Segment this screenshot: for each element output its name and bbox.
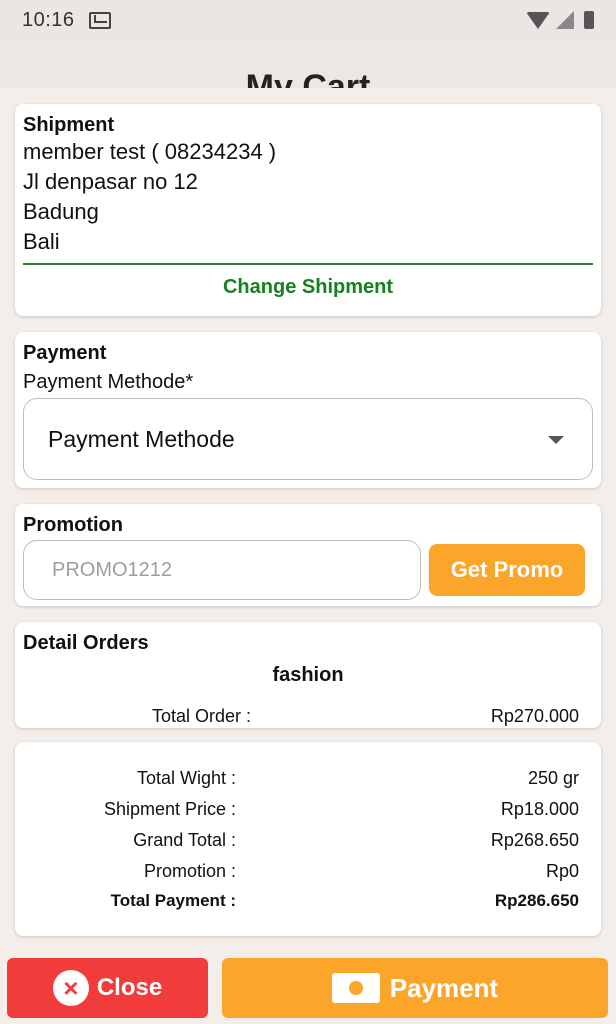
payment-method-value: Payment Methode xyxy=(48,425,235,452)
total-order-label: Total Order : xyxy=(151,706,251,726)
status-icons xyxy=(526,11,594,29)
promotion-value: Rp0 xyxy=(545,861,579,881)
close-button[interactable]: × Close xyxy=(7,958,208,1018)
shipment-address: Jl denpasar no 12 xyxy=(23,169,198,194)
payment-title: Payment xyxy=(23,342,107,364)
promotion-card: Promotion PROMO1212 Get Promo xyxy=(15,504,601,606)
battery-icon xyxy=(584,11,594,29)
bottom-action-bar: × Close Payment xyxy=(0,950,616,1024)
get-promo-button[interactable]: Get Promo xyxy=(429,544,585,596)
shipment-price-value: Rp18.000 xyxy=(500,799,579,819)
total-weight-value: 250 gr xyxy=(527,768,579,788)
detail-orders-card: Detail Orders fashion Total Order : Rp27… xyxy=(15,622,601,728)
shipment-city: Badung xyxy=(23,199,99,224)
page-title: My Cart xyxy=(245,68,371,88)
total-payment-label: Total Payment : xyxy=(110,891,236,910)
signal-icon xyxy=(556,11,574,29)
payment-method-select[interactable]: Payment Methode xyxy=(23,398,593,480)
shipment-name: member test ( 08234234 ) xyxy=(23,139,277,164)
status-time: 10:16 xyxy=(22,8,75,31)
grand-total-value: Rp268.650 xyxy=(490,830,579,850)
gmail-notification-icon xyxy=(88,11,111,29)
total-order-value: Rp270.000 xyxy=(490,706,579,726)
total-payment-value: Rp286.650 xyxy=(494,891,579,910)
promo-code-input[interactable]: PROMO1212 xyxy=(23,540,421,600)
shipment-divider xyxy=(23,263,593,265)
status-bar: 10:16 xyxy=(0,0,616,40)
order-summary-card: Total Wight : 250 gr Shipment Price : Rp… xyxy=(15,742,601,936)
payment-method-label: Payment Methode* xyxy=(23,371,194,393)
grand-total-label: Grand Total : xyxy=(133,830,236,850)
payment-card: Payment Payment Methode* Payment Methode xyxy=(15,332,601,488)
shipment-price-label: Shipment Price : xyxy=(103,799,236,819)
payment-button[interactable]: Payment xyxy=(222,958,608,1018)
order-category: fashion xyxy=(272,664,344,686)
detail-orders-title: Detail Orders xyxy=(23,632,149,654)
chevron-down-icon xyxy=(548,436,564,444)
change-shipment-button[interactable]: Change Shipment xyxy=(15,276,601,299)
shipment-province: Bali xyxy=(23,229,60,254)
promotion-label: Promotion : xyxy=(143,861,236,881)
total-weight-label: Total Wight : xyxy=(136,768,236,788)
app-bar: My Cart xyxy=(0,40,616,88)
close-icon: × xyxy=(52,970,89,1006)
shipment-card: Shipment member test ( 08234234 ) Jl den… xyxy=(15,104,601,316)
wifi-icon xyxy=(526,11,550,29)
payment-button-label: Payment xyxy=(389,972,499,1003)
shipment-title: Shipment xyxy=(23,114,115,136)
money-icon xyxy=(331,973,380,1003)
close-button-label: Close xyxy=(96,974,163,1001)
promotion-title: Promotion xyxy=(23,514,123,536)
